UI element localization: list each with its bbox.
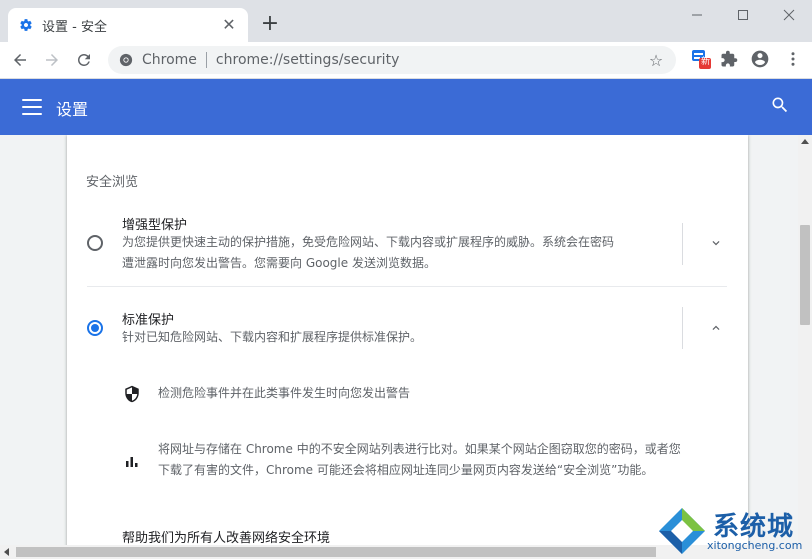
chrome-icon: [118, 52, 134, 68]
standard-divider: [682, 307, 683, 349]
reload-button[interactable]: [70, 46, 98, 74]
hamburger-menu-icon[interactable]: [22, 97, 42, 117]
safe-browsing-heading: 安全浏览: [86, 175, 139, 190]
standard-protection-radio[interactable]: [87, 320, 103, 336]
watermark-domain: xitongcheng.com: [707, 539, 803, 552]
bookmark-star-icon[interactable]: ☆: [646, 50, 666, 70]
address-bar[interactable]: Chrome chrome://settings/security ☆: [108, 46, 676, 74]
enhanced-divider: [682, 223, 683, 265]
settings-header: 设置: [0, 79, 812, 135]
profile-avatar-icon[interactable]: [747, 46, 773, 72]
maximize-button[interactable]: [720, 0, 766, 30]
tab-settings-security[interactable]: 设置 - 安全 ✕: [8, 8, 248, 42]
enhanced-protection-title: 增强型保护: [122, 218, 188, 233]
extension-badge: 新: [701, 57, 711, 67]
vertical-scroll-thumb[interactable]: [800, 225, 810, 325]
detail-compare-url-line2: 下载了有害的文件，Chrome 可能还会将相应网址连同少量网页内容发送给“安全浏…: [158, 463, 654, 477]
horizontal-scroll-thumb[interactable]: [16, 547, 656, 557]
security-card: 安全浏览 增强型保护 为您提供更快速主动的保护措施，免受危险网站、下载内容或扩展…: [67, 135, 748, 545]
enhanced-protection-radio[interactable]: [87, 235, 103, 251]
search-icon[interactable]: [770, 95, 792, 117]
window-close-button[interactable]: [766, 0, 812, 30]
option-separator: [87, 286, 727, 287]
standard-protection-title: 标准保护: [122, 313, 175, 328]
page-title: 设置: [56, 100, 89, 119]
omnibox-divider: [205, 52, 207, 68]
shield-icon: [122, 384, 142, 404]
chevron-up-icon[interactable]: [706, 318, 726, 338]
enhanced-protection-desc-line1: 为您提供更快速主动的保护措施，免受危险网站、下载内容或扩展程序的威胁。系统会在密…: [122, 235, 615, 249]
back-button[interactable]: [6, 46, 34, 74]
help-improve-security-title: 帮助我们为所有人改善网络安全环境: [122, 531, 331, 545]
settings-content: 安全浏览 增强型保护 为您提供更快速主动的保护措施，免受危险网站、下载内容或扩展…: [0, 135, 798, 545]
watermark-name: 系统城: [713, 512, 795, 542]
browser-toolbar: Chrome chrome://settings/security ☆ 新: [0, 42, 812, 78]
puzzle-extensions-icon[interactable]: [716, 46, 742, 72]
url-text[interactable]: chrome://settings/security: [216, 52, 646, 68]
minimize-button[interactable]: [674, 0, 720, 30]
scroll-left-arrow-icon[interactable]: [4, 548, 9, 556]
extension-news-icon[interactable]: 新: [688, 46, 714, 72]
vertical-scrollbar[interactable]: [798, 135, 812, 545]
enhanced-protection-desc-line2: 遭泄露时向您发出警告。您需要向 Google 发送浏览数据。: [122, 256, 436, 270]
scroll-up-arrow-icon[interactable]: [801, 139, 809, 144]
close-tab-icon[interactable]: ✕: [220, 16, 238, 34]
detail-compare-url-line1: 将网址与存储在 Chrome 中的不安全网站列表进行比对。如果某个网站企图窃取您…: [158, 442, 681, 456]
gear-icon: [18, 17, 34, 33]
new-tab-button[interactable]: +: [258, 12, 282, 36]
tab-title: 设置 - 安全: [42, 19, 107, 35]
site-label: Chrome: [142, 52, 197, 68]
chevron-down-icon[interactable]: [706, 233, 726, 253]
bar-chart-icon: [122, 451, 142, 471]
watermark-diamond-icon: [659, 508, 705, 554]
more-menu-icon[interactable]: [780, 46, 806, 72]
tab-strip: 设置 - 安全 ✕ +: [0, 0, 812, 42]
detail-detect-danger-text: 检测危险事件并在此类事件发生时向您发出警告: [158, 386, 411, 400]
forward-button[interactable]: [38, 46, 66, 74]
watermark-logo: 系统城 xitongcheng.com: [655, 502, 812, 559]
standard-protection-desc: 针对已知危险网站、下载内容和扩展程序提供标准保护。: [122, 330, 423, 344]
